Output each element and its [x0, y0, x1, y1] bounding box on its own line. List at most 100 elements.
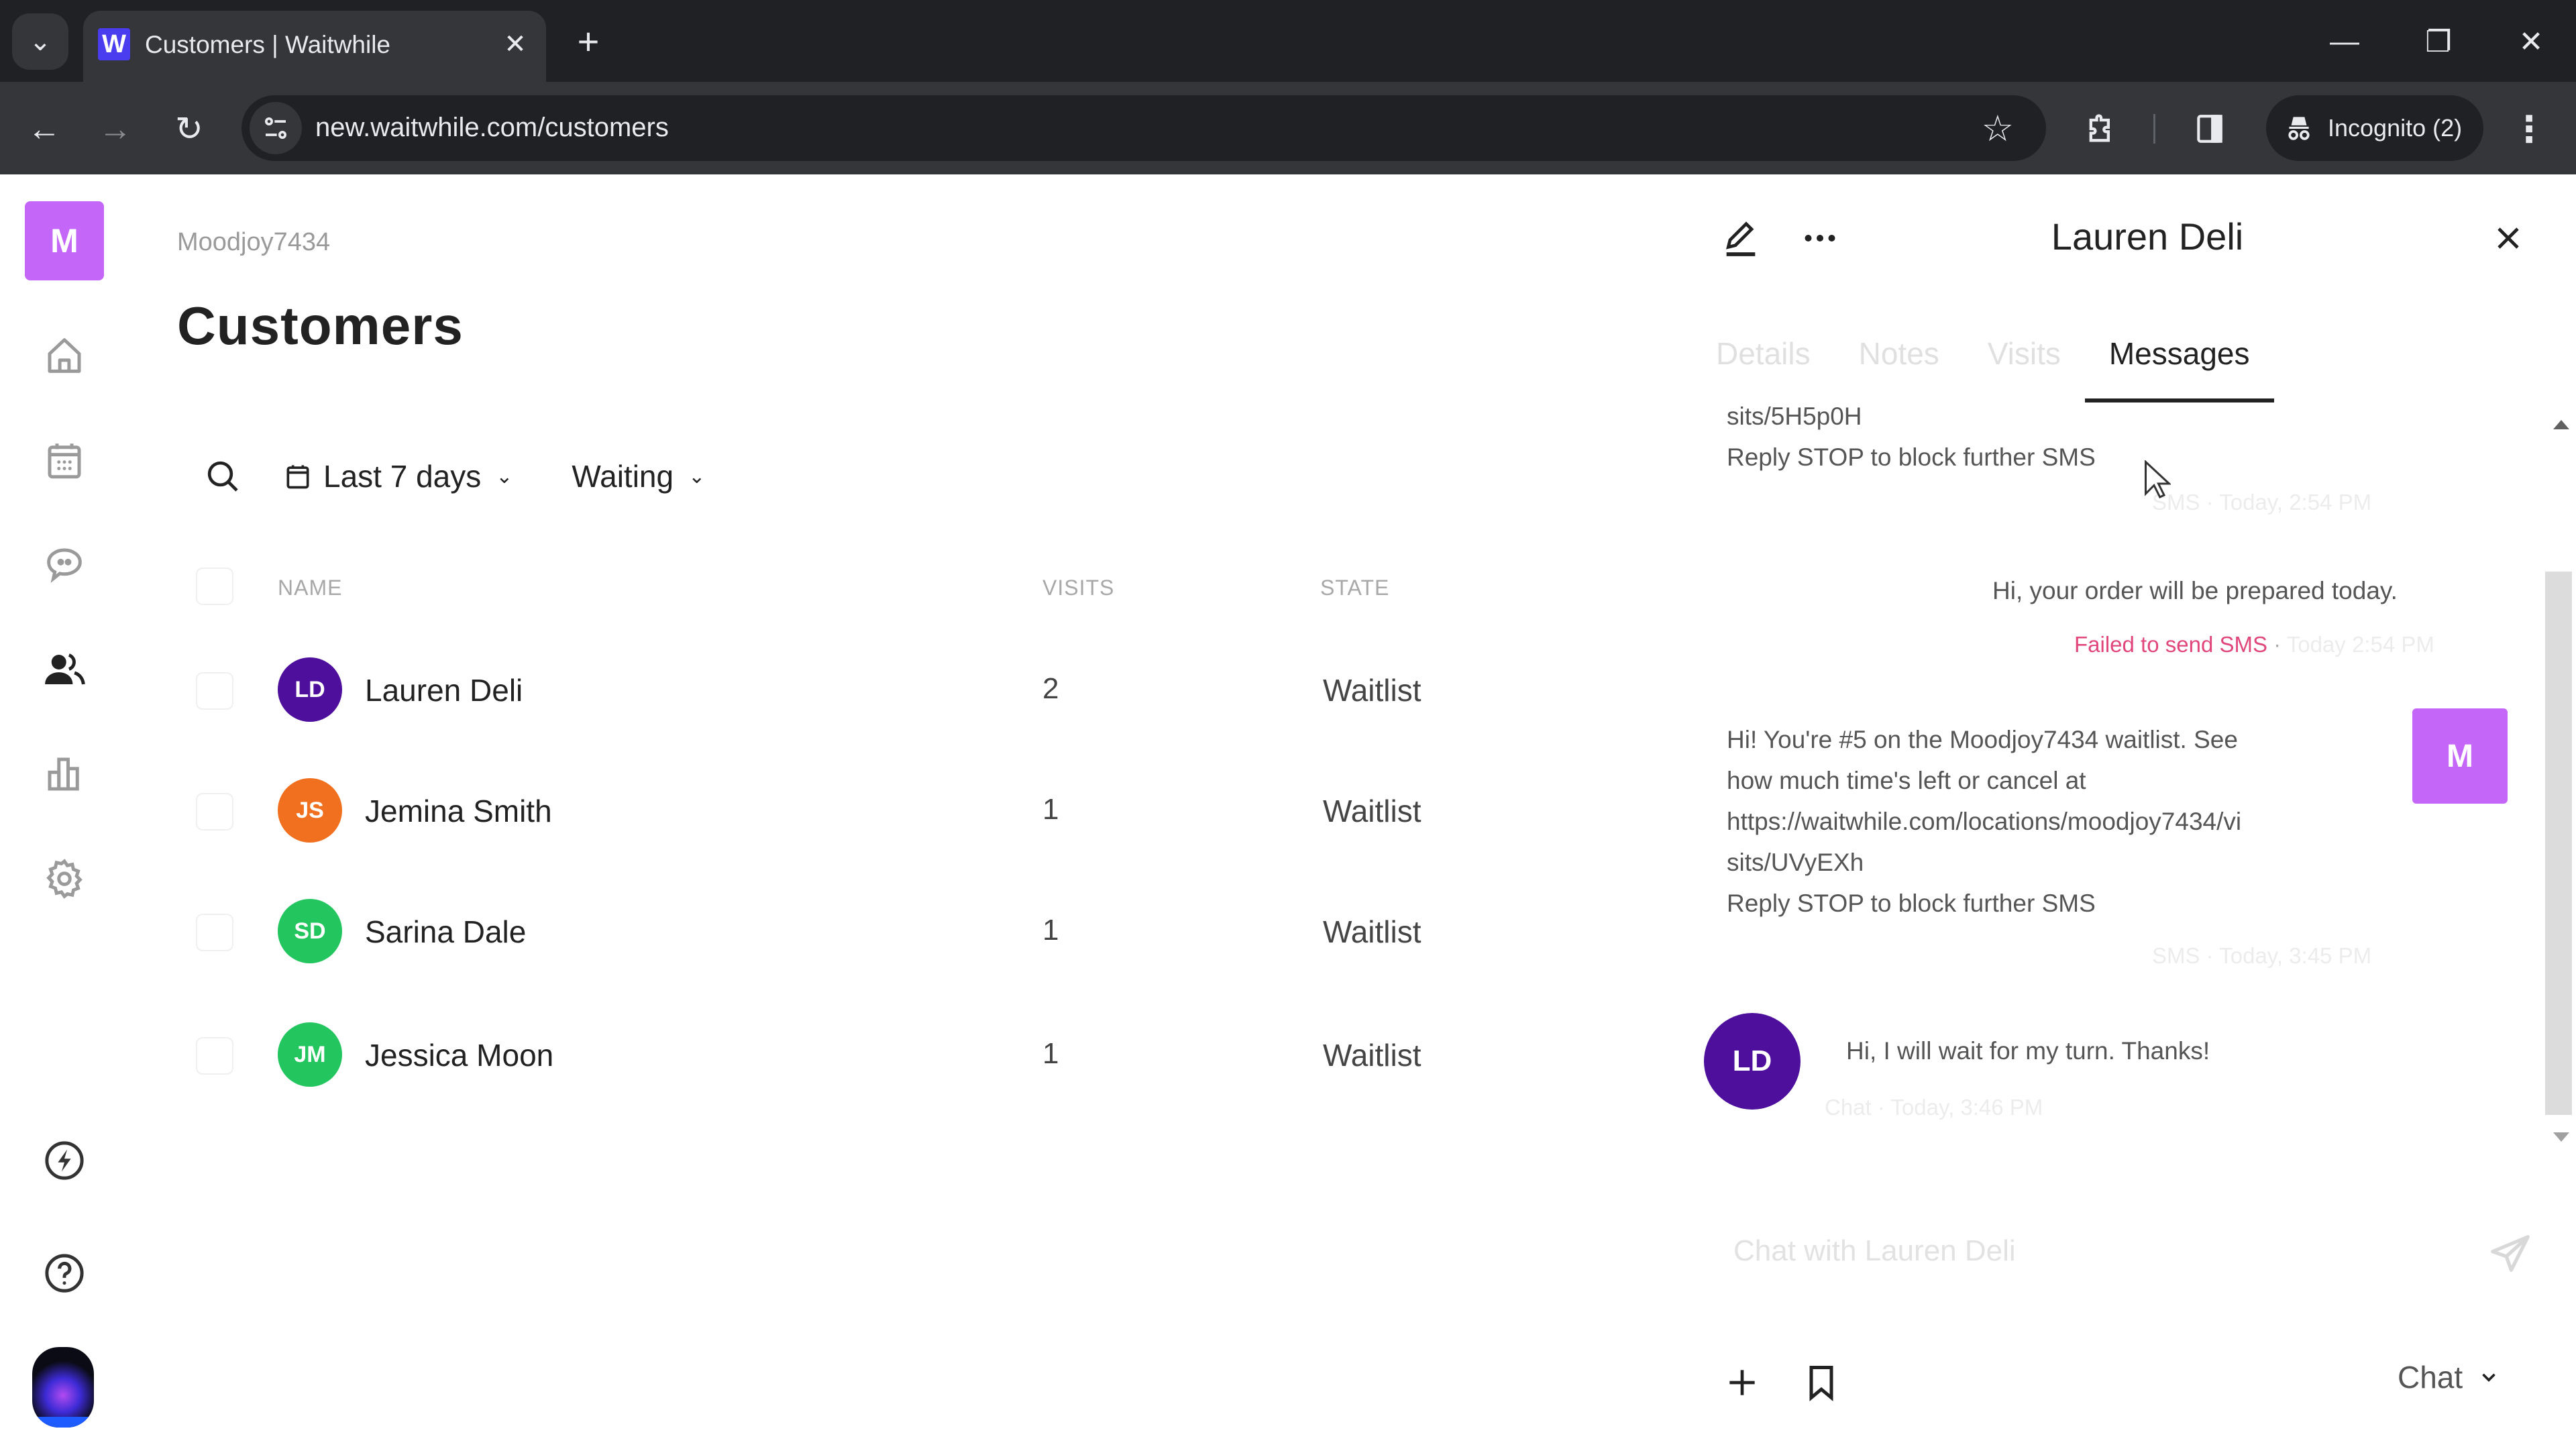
reload-icon: ↻ — [175, 110, 203, 148]
filter-bar: Last 7 days ⌄ Waiting ⌄ — [196, 449, 705, 503]
arrow-left-icon: ← — [28, 110, 61, 148]
arrow-right-icon: → — [99, 110, 132, 148]
chevron-down-icon — [2482, 1373, 2496, 1382]
status-filter-label: Waiting — [572, 459, 674, 494]
table-row[interactable]: JM Jessica Moon 1 Waitlist — [196, 1002, 1538, 1110]
restore-button[interactable]: ❐ — [2408, 15, 2469, 68]
tab-notes[interactable]: Notes — [1859, 322, 1939, 402]
back-button[interactable]: ← — [17, 102, 71, 156]
site-info-button[interactable] — [250, 102, 302, 154]
panel-customer-name: Lauren Deli — [2051, 215, 2244, 258]
select-all-checkbox[interactable] — [196, 568, 233, 605]
sidebar-item-messages[interactable] — [31, 531, 98, 598]
incognito-icon — [2288, 117, 2310, 140]
customer-visits: 2 — [1042, 672, 1059, 705]
customer-name: Sarina Dale — [365, 914, 527, 949]
sidebar-item-settings[interactable] — [31, 845, 98, 912]
table-row[interactable]: SD Sarina Dale 1 Waitlist — [196, 879, 1538, 986]
tab-details[interactable]: Details — [1716, 322, 1811, 402]
panel-header: Lauren Deli — [1692, 174, 2576, 309]
sidebar-item-calendar[interactable] — [31, 427, 98, 494]
plus-icon: + — [577, 19, 600, 62]
message-text: Hi, I will wait for my turn. Thanks! — [1846, 1037, 2210, 1065]
bookmark-star-button[interactable]: ☆ — [1982, 107, 2014, 150]
incognito-indicator[interactable]: Incognito (2) — [2266, 95, 2483, 161]
org-name: Moodjoy7434 — [177, 228, 331, 256]
extensions-button[interactable] — [2074, 102, 2128, 156]
scroll-up-arrow-icon[interactable] — [2553, 420, 2569, 429]
message-timestamp: Today 2:54 PM — [2286, 632, 2434, 657]
close-window-button[interactable]: ✕ — [2501, 15, 2561, 68]
org-logo[interactable]: M — [25, 201, 104, 280]
users-icon — [45, 653, 85, 685]
calendar-icon — [286, 465, 309, 489]
toolbar-divider — [2153, 114, 2155, 144]
customers-main: Moodjoy7434 Customers Last 7 days ⌄ Wait… — [129, 174, 1692, 1449]
chat-message-input[interactable] — [1733, 1221, 2431, 1281]
profile-avatar[interactable] — [32, 1347, 94, 1428]
new-tab-button[interactable]: + — [565, 17, 612, 64]
incognito-label: Incognito (2) — [2328, 114, 2463, 142]
channel-select[interactable]: Chat — [2398, 1359, 2500, 1395]
status-filter[interactable]: Waiting ⌄ — [572, 458, 705, 494]
table-row[interactable]: LD Lauren Deli 2 Waitlist — [196, 637, 1538, 745]
customer-name: Jessica Moon — [365, 1038, 554, 1073]
browser-tab-active[interactable]: W Customers | Waitwhile ✕ — [83, 11, 546, 82]
send-icon — [2491, 1235, 2530, 1272]
sidebar-item-analytics[interactable] — [31, 741, 98, 808]
tab-list-button[interactable]: ⌄ — [12, 13, 68, 70]
reload-button[interactable]: ↻ — [162, 102, 216, 156]
add-attachment-button[interactable] — [1712, 1352, 1772, 1413]
bookmark-icon — [1809, 1366, 1833, 1401]
saved-replies-button[interactable] — [1791, 1352, 1851, 1413]
tune-icon — [265, 117, 286, 139]
chat-bubble-icon — [47, 548, 82, 583]
column-header-visits[interactable]: VISITS — [1042, 576, 1114, 600]
lightning-icon — [45, 1141, 84, 1180]
customer-state: Waitlist — [1323, 794, 1421, 828]
message-meta: Failed to send SMS · Today 2:54 PM — [2074, 632, 2434, 657]
channel-label: Chat — [2398, 1360, 2463, 1395]
url-text[interactable]: new.waitwhile.com/customers — [315, 113, 669, 143]
address-bar[interactable]: new.waitwhile.com/customers ☆ — [241, 95, 2046, 161]
close-icon: ✕ — [504, 30, 527, 59]
row-checkbox[interactable] — [196, 1037, 233, 1075]
table-row[interactable]: JS Jemina Smith 1 Waitlist — [196, 758, 1538, 865]
customer-state: Waitlist — [1323, 914, 1421, 949]
forward-button[interactable]: → — [89, 102, 142, 156]
search-button[interactable] — [196, 449, 250, 503]
date-range-filter[interactable]: Last 7 days ⌄ — [283, 458, 513, 494]
tab-messages[interactable]: Messages — [2084, 322, 2274, 402]
search-icon — [207, 461, 238, 492]
message-meta: SMS · Today, 2:54 PM — [2152, 490, 2372, 515]
gear-icon — [46, 859, 83, 899]
message-failed-status[interactable]: Failed to send SMS — [2074, 632, 2267, 657]
scrollbar-thumb[interactable] — [2545, 572, 2572, 1115]
customer-state: Waitlist — [1323, 673, 1421, 708]
column-header-state[interactable]: STATE — [1320, 576, 1389, 600]
tab-visits[interactable]: Visits — [1988, 322, 2061, 402]
sidebar-item-home[interactable] — [31, 322, 98, 389]
side-panel-button[interactable] — [2183, 102, 2237, 156]
kebab-icon: ⋮ — [2511, 109, 2547, 150]
close-icon: ✕ — [2518, 25, 2544, 58]
close-tab-button[interactable]: ✕ — [496, 25, 534, 63]
column-header-name[interactable]: NAME — [278, 576, 342, 600]
customer-avatar: LD — [1704, 1013, 1801, 1110]
sidebar-item-help[interactable] — [31, 1240, 98, 1307]
sidebar-item-customers[interactable] — [31, 636, 98, 703]
customer-visits: 1 — [1042, 1037, 1059, 1070]
browser-tab-bar: ⌄ W Customers | Waitwhile ✕ + — ❐ ✕ — [0, 0, 2576, 82]
sidebar-item-whats-new[interactable] — [31, 1127, 98, 1194]
bar-chart-icon — [48, 757, 79, 791]
chevron-down-icon: ⌄ — [29, 27, 52, 56]
row-checkbox[interactable] — [196, 672, 233, 710]
waitwhile-favicon-icon: W — [98, 28, 130, 60]
close-panel-button[interactable] — [2478, 208, 2538, 268]
browser-menu-button[interactable]: ⋮ — [2509, 102, 2549, 156]
send-button[interactable] — [2477, 1221, 2544, 1288]
scroll-down-arrow-icon[interactable] — [2553, 1132, 2569, 1142]
minimize-button[interactable]: — — [2314, 15, 2375, 68]
row-checkbox[interactable] — [196, 914, 233, 951]
row-checkbox[interactable] — [196, 793, 233, 830]
